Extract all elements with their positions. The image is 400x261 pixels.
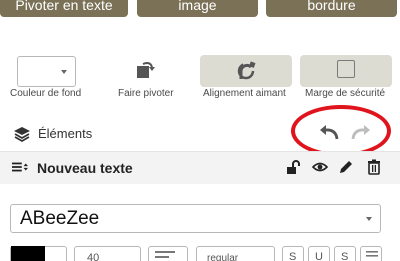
font-size-value: 40: [87, 252, 100, 261]
highlight-annotation: [291, 105, 391, 157]
font-size-input[interactable]: 40: [74, 246, 141, 261]
text-align-select[interactable]: [148, 246, 188, 261]
font-family-value: ABeeZee: [20, 208, 100, 229]
eye-icon[interactable]: [312, 159, 328, 175]
border-button[interactable]: bordure: [266, 0, 397, 17]
chevron-down-icon: [61, 70, 67, 74]
rotate-label: Faire pivoter: [118, 88, 174, 99]
overline-icon: [366, 251, 378, 257]
elements-title: Éléments: [38, 126, 93, 141]
layers-icon: [14, 127, 30, 143]
font-weight-select[interactable]: regular: [196, 246, 275, 261]
unlock-icon[interactable]: [285, 159, 301, 175]
rotate-text-button[interactable]: Pivoter en texte: [0, 0, 128, 17]
background-color-label: Couleur de fond: [10, 88, 82, 99]
underline-button-label: U: [315, 251, 323, 261]
image-button-label: image: [178, 0, 217, 13]
magnet-alignment-label: Alignement aimant: [203, 88, 286, 99]
text-color-swatch: [11, 246, 45, 261]
trash-icon[interactable]: [366, 159, 382, 175]
safety-margin-checkbox[interactable]: [337, 60, 355, 78]
strikethrough-button-label: S: [341, 251, 349, 261]
align-left-icon: [155, 251, 175, 258]
strikethrough-button[interactable]: S: [334, 246, 356, 261]
bold-button[interactable]: S: [282, 246, 304, 261]
overline-button[interactable]: [360, 246, 382, 261]
editor-panel: Pivoter en texte image bordure Couleur d…: [0, 0, 400, 261]
border-button-label: bordure: [307, 0, 356, 13]
safety-margin-label: Marge de sécurité: [305, 88, 386, 99]
underline-button[interactable]: U: [308, 246, 330, 261]
rotate-icon[interactable]: [134, 58, 156, 80]
font-family-select[interactable]: ABeeZee: [10, 204, 381, 233]
background-color-picker[interactable]: [17, 56, 76, 87]
rotate-text-button-label: Pivoter en texte: [15, 0, 113, 13]
magnet-icon: [237, 61, 256, 80]
font-weight-value: regular: [207, 253, 239, 261]
chevron-down-icon: [366, 217, 372, 221]
bold-button-label: S: [289, 251, 297, 261]
sort-icon[interactable]: [12, 159, 28, 175]
image-button[interactable]: image: [137, 0, 258, 17]
edit-pencil-icon[interactable]: [338, 159, 354, 175]
text-element-title: Nouveau texte: [37, 160, 133, 176]
